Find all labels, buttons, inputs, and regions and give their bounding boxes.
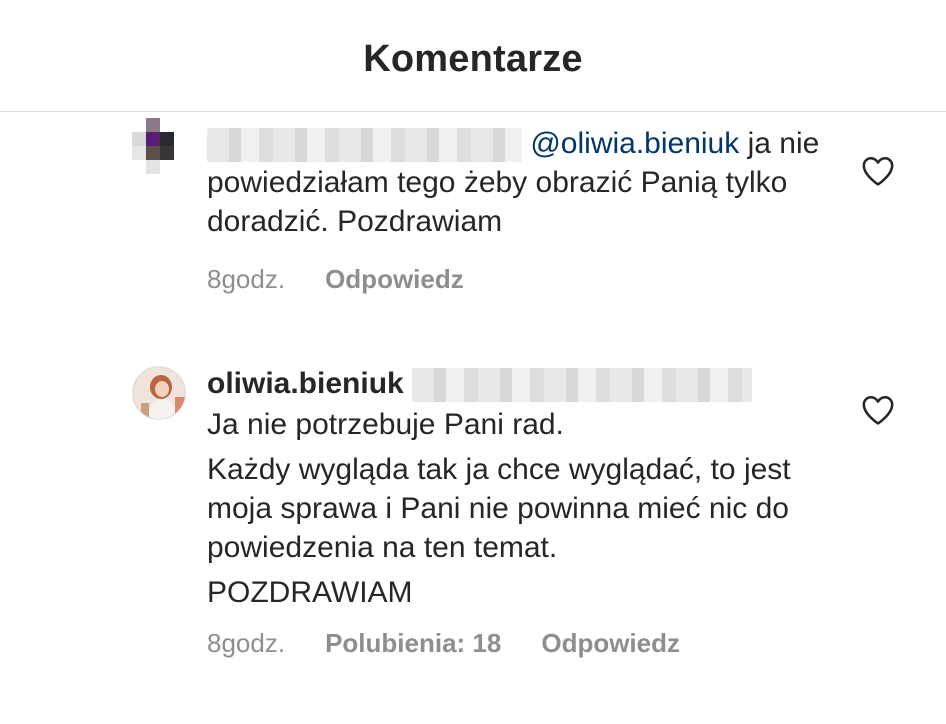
avatar[interactable] xyxy=(132,366,186,420)
redacted-text xyxy=(412,368,753,403)
comment-text-segment: ja xyxy=(739,127,771,160)
comment-meta: 8godz. Odpowiedz xyxy=(207,264,464,295)
comment-text: @oliwia.bieniuk ja nie powiedziałam tego… xyxy=(207,124,827,241)
page-title: Komentarze xyxy=(363,38,583,80)
header: Komentarze xyxy=(0,0,946,112)
comment-paragraph: POZDRAWIAM xyxy=(207,576,413,609)
likes-count[interactable]: Polubienia: 18 xyxy=(325,628,501,659)
avatar-photo xyxy=(133,367,185,419)
redacted-username xyxy=(207,128,522,163)
comment-paragraph: Każdy wygląda tak ja chce wyglądać, to j… xyxy=(207,453,791,564)
reply-button[interactable]: Odpowiedz xyxy=(541,628,680,659)
reply-button[interactable]: Odpowiedz xyxy=(325,264,464,295)
comment-meta: 8godz. Polubienia: 18 Odpowiedz xyxy=(207,628,680,659)
comment-time: 8godz. xyxy=(207,264,286,294)
comment-username[interactable]: oliwia.bieniuk xyxy=(207,367,404,400)
mention-link[interactable]: @oliwia.bieniuk xyxy=(530,127,739,160)
comment-paragraph: Ja nie potrzebuje Pani rad. xyxy=(207,408,564,441)
avatar[interactable] xyxy=(132,118,184,188)
comments-screen: Komentarze @oliwia.bieniuk ja nie powied… xyxy=(0,0,946,724)
comment-time: 8godz. xyxy=(207,628,286,658)
heart-icon[interactable] xyxy=(861,394,895,426)
comment-text: oliwia.bieniuk Ja nie potrzebuje Pani ra… xyxy=(207,364,827,612)
heart-icon[interactable] xyxy=(861,155,895,187)
